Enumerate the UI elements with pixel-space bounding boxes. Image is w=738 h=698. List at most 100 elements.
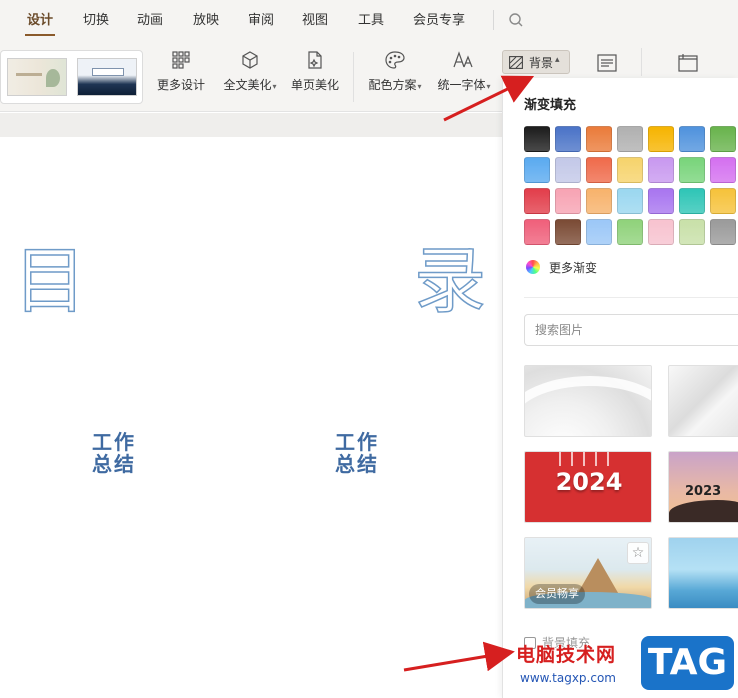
leaf-icon: [46, 69, 60, 87]
gradient-swatch[interactable]: [617, 219, 643, 245]
background-image-tile[interactable]: [668, 537, 738, 609]
gradient-swatch[interactable]: [648, 157, 674, 183]
menu-review[interactable]: 审阅: [248, 11, 274, 31]
background-label: 背景: [529, 56, 554, 70]
slide-text-box[interactable]: 工作 总结: [327, 431, 387, 475]
slide-text-line: 总结: [92, 452, 136, 476]
star-icon[interactable]: ☆: [627, 542, 649, 564]
unify-font-label: 统一字体: [437, 78, 486, 92]
gradient-swatch[interactable]: [555, 126, 581, 152]
grid-icon: [172, 51, 190, 69]
more-design-label: 更多设计: [156, 78, 205, 92]
slide-text-line: 总结: [335, 452, 379, 476]
slide-title-char[interactable]: 录: [413, 244, 487, 318]
thumb-decoration: [16, 73, 42, 76]
search-icon[interactable]: [508, 12, 524, 28]
cube-icon: [242, 51, 258, 69]
gradient-swatch[interactable]: [524, 126, 550, 152]
chevron-up-icon: ▴: [555, 55, 560, 65]
gradient-swatch[interactable]: [617, 157, 643, 183]
hanging-tags-decoration: [559, 452, 619, 466]
vip-badge: 会员畅享: [529, 584, 585, 604]
gradient-swatch[interactable]: [648, 188, 674, 214]
slide-text-box[interactable]: 工作 总结: [84, 431, 144, 475]
theme-thumbnail[interactable]: [7, 58, 67, 96]
background-panel: 渐变填充 更多渐变 2024 2023 会员畅享 ☆ 背景填充: [502, 78, 738, 698]
slide-canvas[interactable]: 目 录 工作 总结 工作 总结: [0, 137, 502, 698]
chevron-down-icon: ▾: [417, 82, 422, 91]
gradient-swatch[interactable]: [555, 188, 581, 214]
gradient-swatch[interactable]: [617, 126, 643, 152]
page-sparkle-icon: [308, 51, 322, 69]
slide-layout-icon[interactable]: [596, 53, 618, 73]
gradient-fill-title: 渐变填充: [524, 98, 577, 113]
full-beautify-button[interactable]: 全文美化▾: [220, 50, 280, 106]
wave-decoration: [525, 376, 651, 436]
gradient-swatch[interactable]: [586, 188, 612, 214]
gradient-swatch[interactable]: [710, 188, 736, 214]
menu-animation[interactable]: 动画: [137, 11, 163, 31]
more-design-button[interactable]: 更多设计: [156, 50, 206, 106]
gradient-swatch[interactable]: [586, 157, 612, 183]
menu-design[interactable]: 设计: [27, 11, 53, 31]
color-scheme-label: 配色方案: [368, 78, 417, 92]
background-image-tile[interactable]: 会员畅享 ☆: [524, 537, 652, 609]
more-gradient-label: 更多渐变: [549, 261, 598, 275]
gradient-swatch[interactable]: [648, 219, 674, 245]
gradient-swatch[interactable]: [617, 188, 643, 214]
gradient-swatch[interactable]: [710, 219, 736, 245]
theme-gallery: [0, 50, 143, 104]
menu-bar: 设计 切换 动画 放映 审阅 视图 工具 会员专享: [0, 0, 738, 40]
gradient-swatch[interactable]: [679, 157, 705, 183]
slide-text-line: 工作: [92, 430, 136, 454]
unify-font-button[interactable]: 统一字体▾: [435, 50, 493, 106]
gradient-swatch[interactable]: [679, 188, 705, 214]
color-scheme-button[interactable]: 配色方案▾: [365, 50, 425, 106]
toolbar-divider: [353, 52, 354, 102]
menu-tools[interactable]: 工具: [358, 11, 384, 31]
font-icon: [453, 51, 473, 68]
slide-text-line: 工作: [335, 430, 379, 454]
active-tab-indicator: [25, 34, 55, 36]
slide-title-char[interactable]: 目: [13, 244, 87, 318]
hill-decoration: [669, 500, 738, 522]
gradient-swatch[interactable]: [586, 219, 612, 245]
gradient-swatch[interactable]: [555, 219, 581, 245]
tile-year-text: 2024: [555, 468, 623, 496]
picture-search-input[interactable]: [535, 321, 715, 339]
color-wheel-icon: [526, 260, 540, 274]
chevron-down-icon: ▾: [272, 82, 277, 91]
menu-vip[interactable]: 会员专享: [413, 11, 465, 31]
background-icon: [509, 56, 523, 69]
gradient-swatch[interactable]: [524, 219, 550, 245]
chevron-down-icon: ▾: [486, 82, 491, 91]
background-button[interactable]: 背景 ▴: [502, 50, 570, 74]
gradient-swatch[interactable]: [648, 126, 674, 152]
slide-size-icon[interactable]: [677, 53, 699, 73]
gradient-swatch[interactable]: [679, 126, 705, 152]
background-image-tile[interactable]: [668, 365, 738, 437]
palette-icon: [385, 51, 405, 69]
background-image-tile[interactable]: 2024: [524, 451, 652, 523]
thumb-decoration: [92, 68, 124, 76]
watermark-title: 电脑技术网: [516, 644, 617, 666]
gradient-swatch[interactable]: [710, 157, 736, 183]
menu-slideshow[interactable]: 放映: [193, 11, 219, 31]
menu-view[interactable]: 视图: [302, 11, 328, 31]
page-beautify-button[interactable]: 单页美化: [290, 50, 340, 106]
gradient-swatch[interactable]: [679, 219, 705, 245]
menu-transition[interactable]: 切换: [83, 11, 109, 31]
gradient-swatch[interactable]: [710, 126, 736, 152]
full-beautify-label: 全文美化: [223, 78, 272, 92]
panel-divider: [524, 297, 738, 298]
background-image-tile[interactable]: [524, 365, 652, 437]
gradient-swatch[interactable]: [524, 157, 550, 183]
gradient-swatch[interactable]: [555, 157, 581, 183]
gradient-swatch[interactable]: [586, 126, 612, 152]
gradient-swatch[interactable]: [524, 188, 550, 214]
watermark-url: www.tagxp.com: [520, 671, 616, 685]
theme-thumbnail[interactable]: [77, 58, 137, 96]
slide-ruler-strip: [0, 113, 502, 137]
background-image-tile[interactable]: 2023: [668, 451, 738, 523]
toolbar-divider: [641, 48, 642, 76]
